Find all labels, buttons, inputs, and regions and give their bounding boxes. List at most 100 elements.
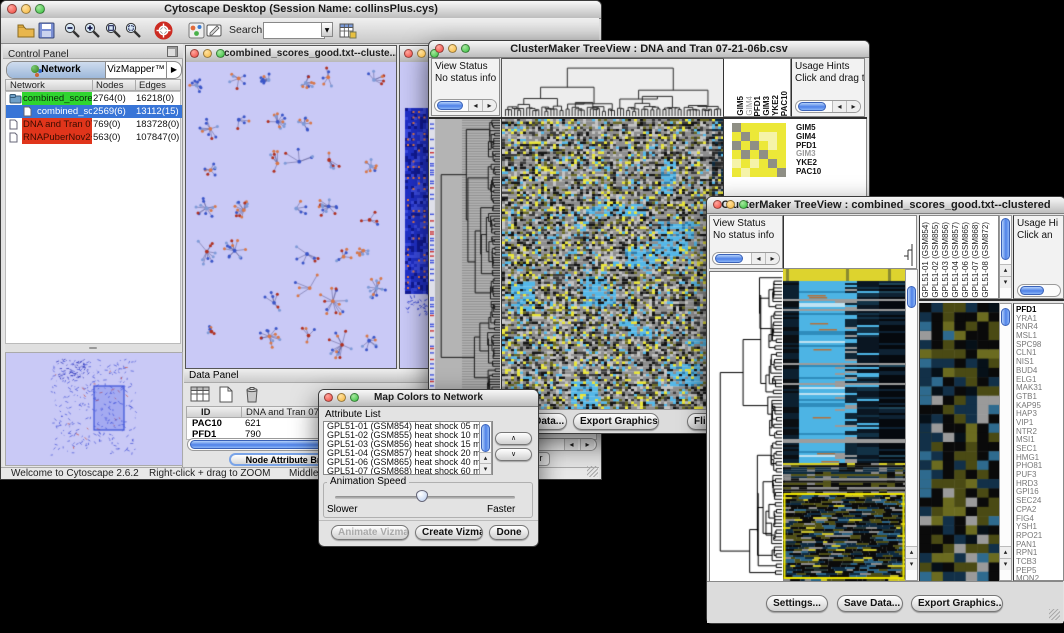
network-tree-row[interactable]: combined_scores_2764(0)16218(0) <box>6 92 182 105</box>
panel-splitter[interactable] <box>5 344 181 352</box>
matrix-cell[interactable] <box>768 141 777 150</box>
tab-overflow-arrow[interactable]: ▶ <box>167 62 181 78</box>
resize-grip[interactable] <box>1049 609 1060 620</box>
scroll-left-icon[interactable]: ◂ <box>564 439 578 450</box>
tv1-column-label[interactable]: PAC10 <box>780 91 789 116</box>
minimize-button[interactable] <box>417 49 426 58</box>
matrix-cell[interactable] <box>777 141 786 150</box>
tv2-labels-scrollbar[interactable]: ▴ ▾ <box>999 215 1012 299</box>
tv2-gene-label[interactable]: MON2 <box>1016 574 1039 581</box>
minimize-button[interactable] <box>21 4 31 14</box>
tv2-gene-label[interactable]: KAP95 <box>1016 401 1041 410</box>
scroll-down-icon[interactable]: ▾ <box>906 558 917 570</box>
tv2-gene-label[interactable]: RNR4 <box>1016 322 1038 331</box>
tv1-heatmap[interactable] <box>501 119 724 409</box>
matrix-cell[interactable] <box>741 123 750 132</box>
tv1-row-label[interactable]: PFD1 <box>796 141 816 150</box>
scroll-up-icon[interactable]: ▴ <box>1000 546 1011 558</box>
network1-titlebar[interactable]: combined_scores_good.txt--cluste... <box>186 46 396 63</box>
matrix-cell[interactable] <box>732 150 741 159</box>
treeview1-titlebar[interactable]: ClusterMaker TreeView : DNA and Tran 07-… <box>429 41 869 58</box>
tv2-gene-label[interactable]: GTB1 <box>1016 392 1037 401</box>
network-name[interactable]: RNAPuberNov2+ <box>22 131 92 144</box>
tv1-column-label[interactable]: GIM3 <box>762 96 771 116</box>
tv2-column-label[interactable]: GPL51-06 (GSM865) <box>961 222 970 298</box>
matrix-cell[interactable] <box>759 168 768 177</box>
scroll-left-icon[interactable]: ◂ <box>468 100 482 111</box>
usage-hints-scrollbar[interactable]: ◂ ▸ <box>795 100 861 113</box>
tv2-gene-label[interactable]: SPC98 <box>1016 340 1041 349</box>
matrix-cell[interactable] <box>741 141 750 150</box>
save-data-button[interactable]: Save Data... <box>837 595 903 612</box>
matrix-cell[interactable] <box>768 168 777 177</box>
done-button[interactable]: Done <box>489 525 529 540</box>
delete-attribute-trash-icon[interactable] <box>242 385 262 404</box>
zoom-in-icon[interactable] <box>83 21 102 40</box>
tv2-gene-label[interactable]: PHO81 <box>1016 461 1042 470</box>
help-lifering-icon[interactable] <box>154 21 173 40</box>
tv2-zoom-heatmap[interactable] <box>919 303 1000 581</box>
network-tree-row[interactable]: DNA and Tran 07769(0)183728(0) <box>6 118 182 131</box>
float-panel-icon[interactable] <box>167 46 178 57</box>
tv2-gene-label[interactable]: RPO21 <box>1016 531 1042 540</box>
zoom-out-icon[interactable] <box>63 21 82 40</box>
annotation-icon[interactable] <box>205 21 224 40</box>
tv2-column-label[interactable]: GPL51-08 (GSM872) <box>981 222 990 298</box>
zoom-button[interactable] <box>35 4 45 14</box>
close-button[interactable] <box>190 49 199 58</box>
main-titlebar[interactable]: Cytoscape Desktop (Session Name: collins… <box>1 1 601 19</box>
open-file-icon[interactable] <box>16 21 35 40</box>
matrix-cell[interactable] <box>750 123 759 132</box>
matrix-cell[interactable] <box>741 132 750 141</box>
search-dropdown-arrow[interactable]: ▼ <box>321 22 333 37</box>
scroll-thumb[interactable] <box>907 286 916 308</box>
tv2-gene-label[interactable]: GPI16 <box>1016 487 1039 496</box>
view-status-scrollbar[interactable]: ◂ ▸ <box>434 99 497 112</box>
tv2-column-dendrogram-area[interactable] <box>783 215 917 269</box>
matrix-cell[interactable] <box>732 168 741 177</box>
minimize-button[interactable] <box>203 49 212 58</box>
tv1-column-label[interactable]: GIM5 <box>736 96 745 116</box>
export-graphics-button[interactable]: Export Graphics... <box>911 595 1003 612</box>
tv2-gene-label[interactable]: YRA1 <box>1016 314 1037 323</box>
matrix-cell[interactable] <box>732 123 741 132</box>
matrix-cell[interactable] <box>777 150 786 159</box>
col-id[interactable]: ID <box>201 407 211 418</box>
tv2-global-heatmap[interactable] <box>783 269 905 581</box>
dialog-titlebar[interactable]: Map Colors to Network <box>319 390 538 407</box>
matrix-cell[interactable] <box>732 141 741 150</box>
tv2-global-scrollbar[interactable]: ▴ ▾ <box>905 269 918 581</box>
attribute-list-scrollbar[interactable]: ▴ ▾ <box>479 421 492 475</box>
tv1-row-label[interactable]: YKE2 <box>796 158 817 167</box>
scroll-up-icon[interactable]: ▴ <box>1000 264 1011 276</box>
scroll-right-icon[interactable]: ▸ <box>846 101 860 112</box>
col-network[interactable]: Network <box>10 80 45 91</box>
zoom-button[interactable] <box>461 44 470 53</box>
tv2-gene-label[interactable]: RPN1 <box>1016 548 1037 557</box>
tv1-column-dendrogram[interactable] <box>501 58 725 119</box>
tv1-row-label[interactable]: GIM3 <box>796 149 816 158</box>
tv2-gene-label[interactable]: MSL1 <box>1016 331 1037 340</box>
tv1-row-dendrogram[interactable] <box>430 119 500 409</box>
tv2-column-label[interactable]: GPL51-02 (GSM855) <box>931 222 940 298</box>
tab-vizmapper[interactable]: VizMapper™ <box>106 62 167 78</box>
tv2-gene-label[interactable]: ELG1 <box>1016 375 1036 384</box>
matrix-cell[interactable] <box>759 141 768 150</box>
matrix-cell[interactable] <box>759 132 768 141</box>
network-tree-row[interactable]: combined_sco2569(6)13112(15) <box>6 105 182 118</box>
scroll-up-icon[interactable]: ▴ <box>906 546 917 558</box>
scroll-left-icon[interactable]: ◂ <box>832 101 846 112</box>
tv2-gene-label[interactable]: PUF3 <box>1016 470 1036 479</box>
tv2-gene-label[interactable]: VIP1 <box>1016 418 1033 427</box>
tv2-gene-label[interactable]: PFD1 <box>1016 305 1036 314</box>
network-name[interactable]: combined_scores_ <box>22 92 92 105</box>
zoom-selected-icon[interactable] <box>124 21 143 40</box>
tv1-row-label[interactable]: PAC10 <box>796 167 821 176</box>
matrix-cell[interactable] <box>777 159 786 168</box>
tv2-column-label[interactable]: GPL51-01 (GSM854) <box>921 222 930 298</box>
tv2-gene-label[interactable]: PEP5 <box>1016 566 1036 575</box>
tv2-gene-label[interactable]: MAK31 <box>1016 383 1042 392</box>
tv2-column-label[interactable]: GPL51-03 (GSM856) <box>941 222 950 298</box>
network1-canvas[interactable] <box>186 62 396 368</box>
tv2-gene-label[interactable]: TCB3 <box>1016 557 1036 566</box>
